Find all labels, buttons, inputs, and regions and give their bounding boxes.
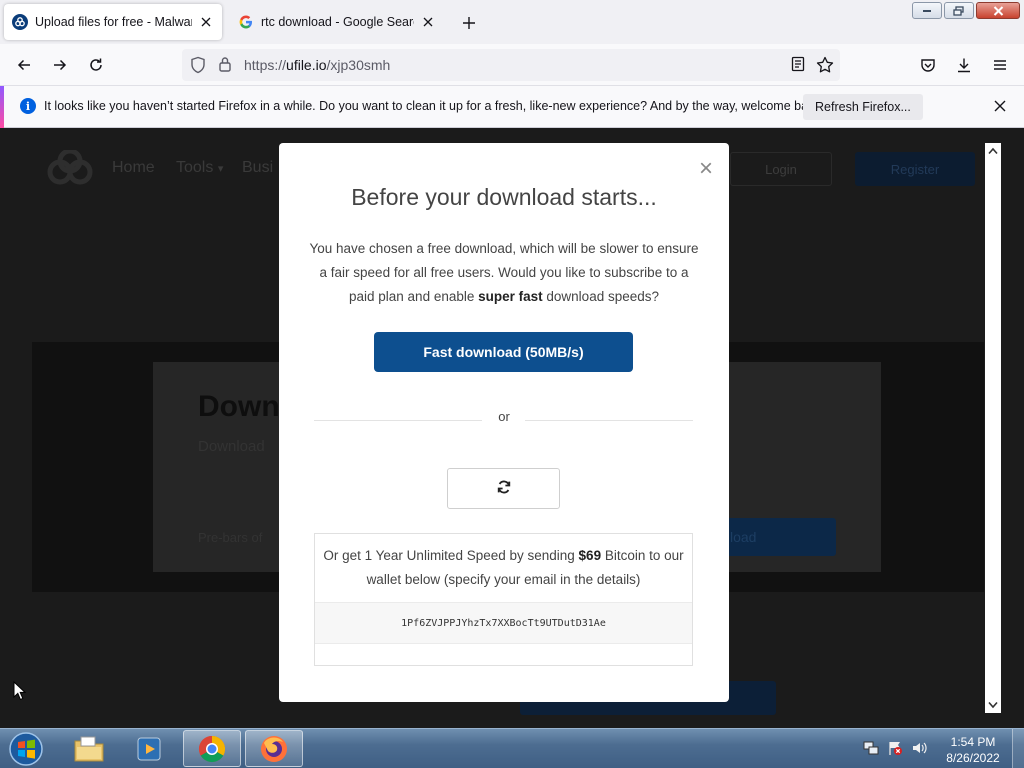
taskbar-clock[interactable]: 1:54 PM 8/26/2022 bbox=[938, 734, 1008, 766]
captcha-refresh-button[interactable] bbox=[447, 468, 560, 509]
close-window-button[interactable] bbox=[976, 2, 1020, 19]
close-tab-icon[interactable] bbox=[198, 14, 214, 30]
minimize-button[interactable] bbox=[912, 2, 942, 19]
notification-message: It looks like you haven’t started Firefo… bbox=[44, 99, 825, 113]
window-controls bbox=[912, 2, 1020, 19]
volume-icon[interactable] bbox=[910, 739, 928, 757]
reader-view-icon[interactable] bbox=[790, 56, 806, 75]
scroll-up-arrow-icon[interactable] bbox=[985, 143, 1001, 159]
bookmark-star-icon[interactable] bbox=[816, 56, 834, 76]
chevron-down-icon: ▾ bbox=[217, 163, 224, 175]
lock-icon[interactable] bbox=[218, 56, 232, 75]
site-nav-home[interactable]: Home bbox=[112, 159, 155, 177]
notification-bar: i It looks like you haven’t started Fire… bbox=[0, 86, 1024, 128]
forward-button[interactable] bbox=[48, 53, 72, 77]
download-card-title: Downl bbox=[198, 390, 288, 423]
google-favicon-icon bbox=[238, 14, 254, 30]
address-bar[interactable]: https://ufile.io/xjp30smh bbox=[182, 49, 840, 81]
download-modal: × Before your download starts... You hav… bbox=[279, 143, 729, 702]
site-nav-business[interactable]: Busi bbox=[242, 159, 273, 177]
url-text[interactable]: https://ufile.io/xjp30smh bbox=[244, 57, 390, 73]
refresh-icon bbox=[497, 480, 511, 497]
tab-upload-files[interactable]: Upload files for free - MalwareD bbox=[4, 4, 222, 40]
url-host: ufile.io bbox=[286, 57, 327, 73]
new-tab-button[interactable] bbox=[458, 12, 480, 34]
downloads-icon[interactable] bbox=[952, 53, 976, 77]
login-button[interactable]: Login bbox=[730, 152, 832, 186]
download-card-input[interactable]: Pre-bars of bbox=[198, 530, 262, 545]
site-nav-tools[interactable]: Tools ▾ bbox=[176, 159, 223, 177]
bitcoin-wallet-address[interactable]: 1Pf6ZVJPPJYhzTx7XXBocTt9UTDutD31Ae bbox=[315, 602, 692, 644]
navigation-toolbar: https://ufile.io/xjp30smh bbox=[0, 44, 1024, 86]
tab-google-search[interactable]: rtc download - Google Search bbox=[230, 4, 444, 40]
modal-title: Before your download starts... bbox=[351, 184, 657, 210]
modal-description: You have chosen a free download, which w… bbox=[309, 237, 699, 309]
modal-text-bold: super fast bbox=[478, 289, 543, 304]
windows-taskbar: 1:54 PM 8/26/2022 bbox=[0, 728, 1024, 768]
action-center-flag-icon[interactable] bbox=[886, 739, 904, 757]
ufile-favicon-icon bbox=[12, 14, 28, 30]
taskbar-media-player-icon[interactable] bbox=[120, 730, 178, 767]
taskbar-explorer-icon[interactable] bbox=[60, 730, 118, 767]
restore-button[interactable] bbox=[944, 2, 974, 19]
tab-bar: Upload files for free - MalwareD rtc dow… bbox=[0, 0, 1024, 44]
btc-amount: $69 bbox=[578, 548, 602, 563]
modal-text-part: download speeds? bbox=[542, 289, 659, 304]
reload-button[interactable] bbox=[84, 53, 108, 77]
refresh-firefox-button[interactable]: Refresh Firefox... bbox=[803, 94, 923, 120]
clock-date: 8/26/2022 bbox=[946, 751, 1000, 765]
download-card-subtitle: Download bbox=[198, 438, 265, 455]
network-icon[interactable] bbox=[862, 739, 880, 757]
or-separator: or bbox=[498, 409, 510, 424]
url-path: /xjp30smh bbox=[326, 57, 391, 73]
show-desktop-button[interactable] bbox=[1012, 729, 1024, 768]
page-scrollbar[interactable] bbox=[985, 143, 1001, 713]
pocket-icon[interactable] bbox=[916, 53, 940, 77]
mouse-cursor-icon bbox=[13, 680, 27, 704]
site-nav-tools-label: Tools bbox=[176, 159, 214, 176]
scroll-down-arrow-icon[interactable] bbox=[985, 697, 1001, 713]
back-button[interactable] bbox=[12, 53, 36, 77]
tab-title: Upload files for free - MalwareD bbox=[35, 15, 192, 29]
system-tray bbox=[862, 739, 928, 757]
fast-download-button[interactable]: Fast download (50MB/s) bbox=[374, 332, 633, 372]
register-button[interactable]: Register bbox=[855, 152, 975, 186]
modal-close-icon[interactable]: × bbox=[697, 157, 715, 181]
clock-time: 1:54 PM bbox=[950, 735, 996, 749]
bitcoin-offer-box: Or get 1 Year Unlimited Speed by sending… bbox=[314, 533, 693, 666]
taskbar-chrome-icon[interactable] bbox=[183, 730, 241, 767]
notification-accent bbox=[0, 86, 4, 128]
ufile-logo-icon[interactable] bbox=[46, 148, 94, 189]
tracking-protection-shield-icon[interactable] bbox=[190, 56, 206, 77]
close-notification-icon[interactable] bbox=[990, 96, 1010, 116]
menu-hamburger-icon[interactable] bbox=[988, 53, 1012, 77]
taskbar-firefox-icon[interactable] bbox=[245, 730, 303, 767]
bitcoin-offer-text: Or get 1 Year Unlimited Speed by sending… bbox=[323, 544, 684, 592]
divider-right bbox=[525, 420, 693, 421]
close-tab-icon[interactable] bbox=[420, 14, 436, 30]
btc-text-part: Or get 1 Year Unlimited Speed by sending bbox=[323, 548, 579, 563]
info-icon: i bbox=[20, 98, 36, 114]
tab-title: rtc download - Google Search bbox=[261, 15, 414, 29]
start-button[interactable] bbox=[6, 731, 46, 767]
url-prefix: https:// bbox=[244, 57, 287, 73]
